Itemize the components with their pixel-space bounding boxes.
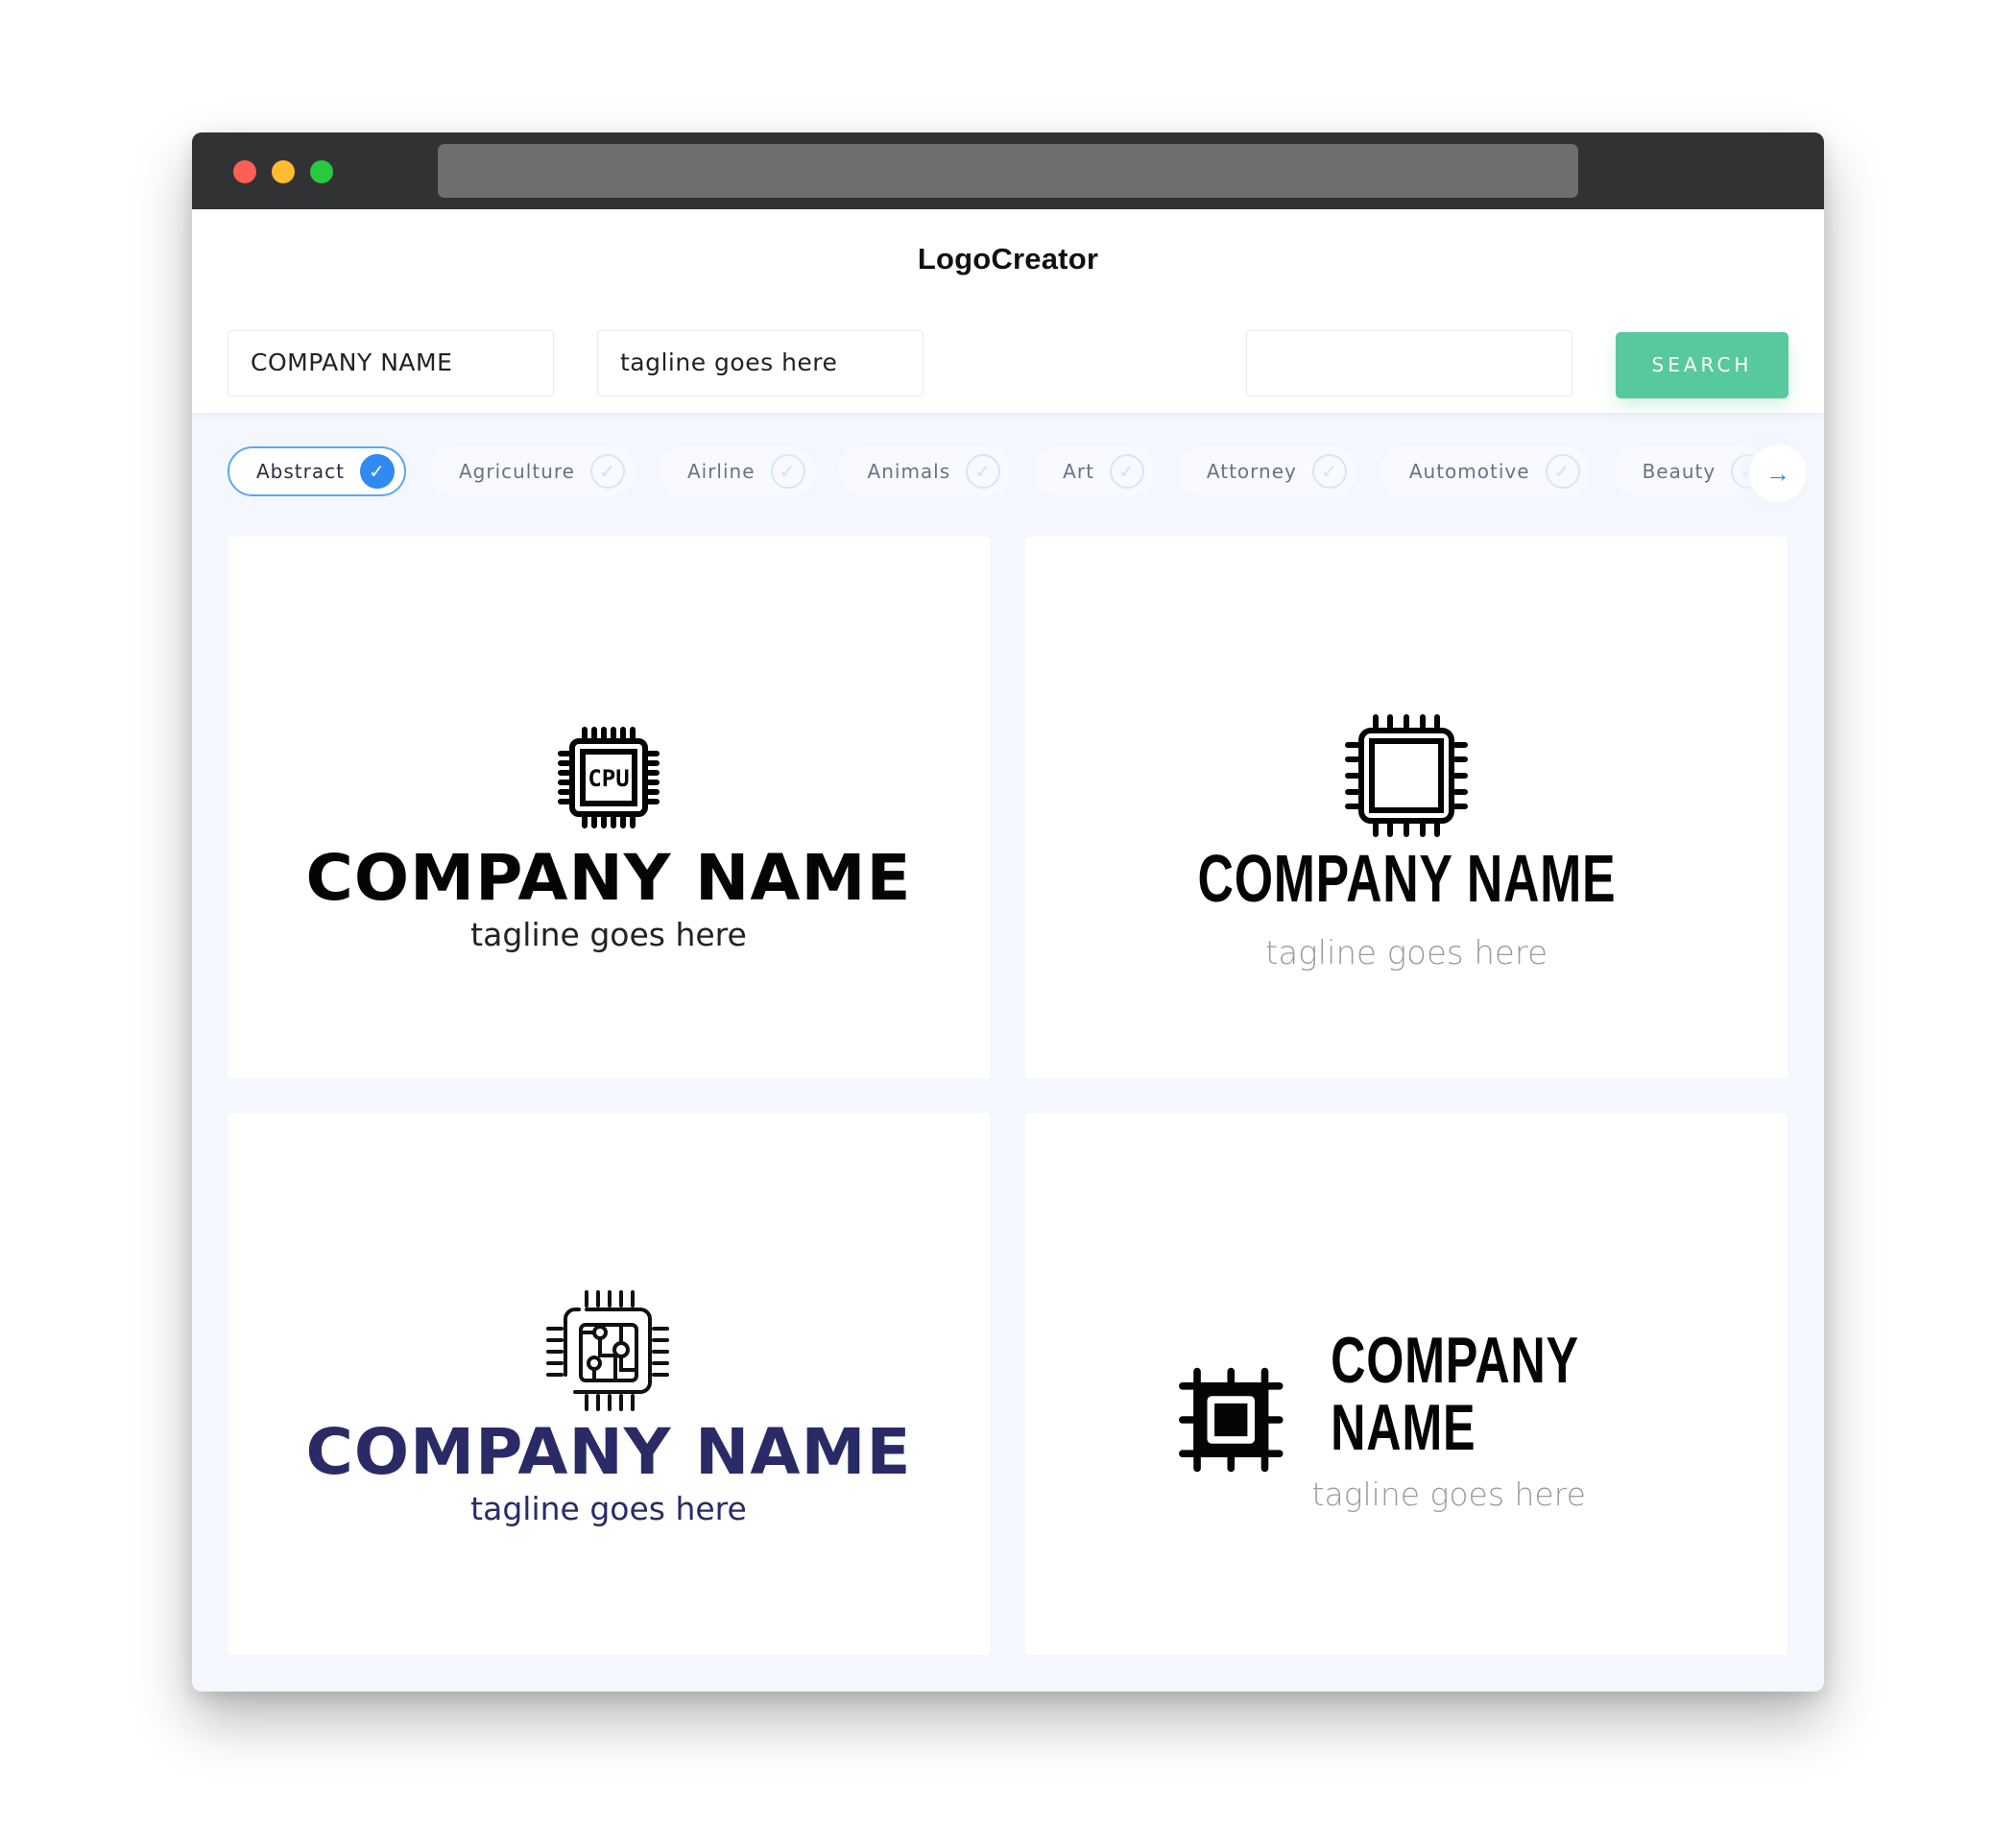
app-logo-title[interactable]: LogoCreator: [918, 242, 1098, 276]
keyword-input[interactable]: [1246, 330, 1572, 396]
app-header: LogoCreator: [192, 209, 1824, 309]
filter-chip-label: Beauty: [1642, 459, 1716, 483]
filter-chip-art[interactable]: Art ✓: [1034, 445, 1154, 496]
logo-tagline: tagline goes here: [470, 1490, 747, 1527]
logo-company-name-wrap: COMPANY NAME: [1262, 1327, 1788, 1479]
logo-tagline: tagline goes here: [1311, 1476, 1586, 1513]
logo-tagline: tagline goes here: [1265, 934, 1548, 972]
logo-tagline: tagline goes here: [470, 916, 747, 953]
logo-text-group: COMPANY NAME tagline goes here: [1312, 1327, 1788, 1513]
filter-chip-label: Agriculture: [458, 459, 575, 483]
filters-next-button[interactable]: →: [1749, 444, 1807, 502]
filter-chip-automotive[interactable]: Automotive ✓: [1380, 445, 1590, 496]
logo-preview: COMPANY NAME tagline goes here: [1025, 713, 1788, 972]
logo-preview: CPU COMPANY NAME tagline goes here: [228, 724, 990, 953]
filter-chip-label: Animals: [867, 459, 951, 483]
check-icon: ✓: [966, 453, 1001, 489]
check-icon: ✓: [589, 453, 625, 489]
category-filter-bar: Abstract ✓ Agriculture ✓ Airline ✓ Anima…: [228, 430, 1788, 512]
check-icon: ✓: [1311, 453, 1347, 489]
filter-chip-label: Art: [1063, 459, 1094, 483]
maximize-window-button[interactable]: [310, 160, 333, 183]
company-name-input[interactable]: COMPANY NAME: [228, 330, 554, 396]
logo-preview: COMPANY NAME tagline goes here: [1179, 1327, 1788, 1513]
logo-company-name: COMPANY NAME: [1197, 841, 1616, 916]
title-bar: [192, 132, 1824, 209]
logo-card[interactable]: COMPANY NAME tagline goes here: [228, 1114, 990, 1655]
close-window-button[interactable]: [233, 160, 256, 183]
filter-chip-airline[interactable]: Airline ✓: [658, 445, 815, 496]
logo-card[interactable]: COMPANY NAME tagline goes here: [1025, 1114, 1788, 1655]
cpu-label: CPU: [588, 765, 629, 792]
logo-company-name: COMPANY NAME: [1330, 1324, 1578, 1464]
check-icon: ✓: [1109, 453, 1144, 489]
logo-company-name-wrap: COMPANY NAME: [1025, 842, 1788, 934]
circuit-chip-icon: [546, 1290, 669, 1411]
logo-input-bar: COMPANY NAME tagline goes here SEARCH: [192, 309, 1824, 413]
arrow-right-icon: →: [1765, 459, 1790, 488]
cpu-chip-labeled-icon: CPU: [558, 727, 660, 828]
check-icon: ✓: [359, 453, 395, 489]
logo-preview: COMPANY NAME tagline goes here: [228, 1288, 990, 1527]
filter-chip-agriculture[interactable]: Agriculture ✓: [429, 445, 635, 496]
check-icon: ✓: [1545, 453, 1580, 489]
filter-chip-animals[interactable]: Animals ✓: [838, 445, 1011, 496]
tagline-input[interactable]: tagline goes here: [597, 330, 924, 396]
logo-card[interactable]: COMPANY NAME tagline goes here: [1025, 537, 1788, 1078]
filter-chip-label: Attorney: [1206, 459, 1297, 483]
check-icon: ✓: [770, 453, 805, 489]
address-bar[interactable]: [438, 144, 1578, 198]
filter-chip-label: Airline: [686, 459, 756, 483]
chip-outline-icon: [1345, 714, 1468, 837]
logo-card[interactable]: CPU COMPANY NAME tagline goes here: [228, 537, 990, 1078]
filter-chip-abstract[interactable]: Abstract ✓: [228, 445, 406, 496]
filter-chip-label: Automotive: [1408, 459, 1530, 483]
minimize-window-button[interactable]: [272, 160, 295, 183]
logo-company-name: COMPANY NAME: [305, 1415, 912, 1489]
logo-company-name: COMPANY NAME: [305, 841, 912, 915]
filter-chip-label: Abstract: [256, 459, 345, 483]
filter-chip-attorney[interactable]: Attorney ✓: [1177, 445, 1356, 496]
browser-window: LogoCreator COMPANY NAME tagline goes he…: [192, 132, 1824, 1692]
search-button[interactable]: SEARCH: [1616, 332, 1788, 398]
